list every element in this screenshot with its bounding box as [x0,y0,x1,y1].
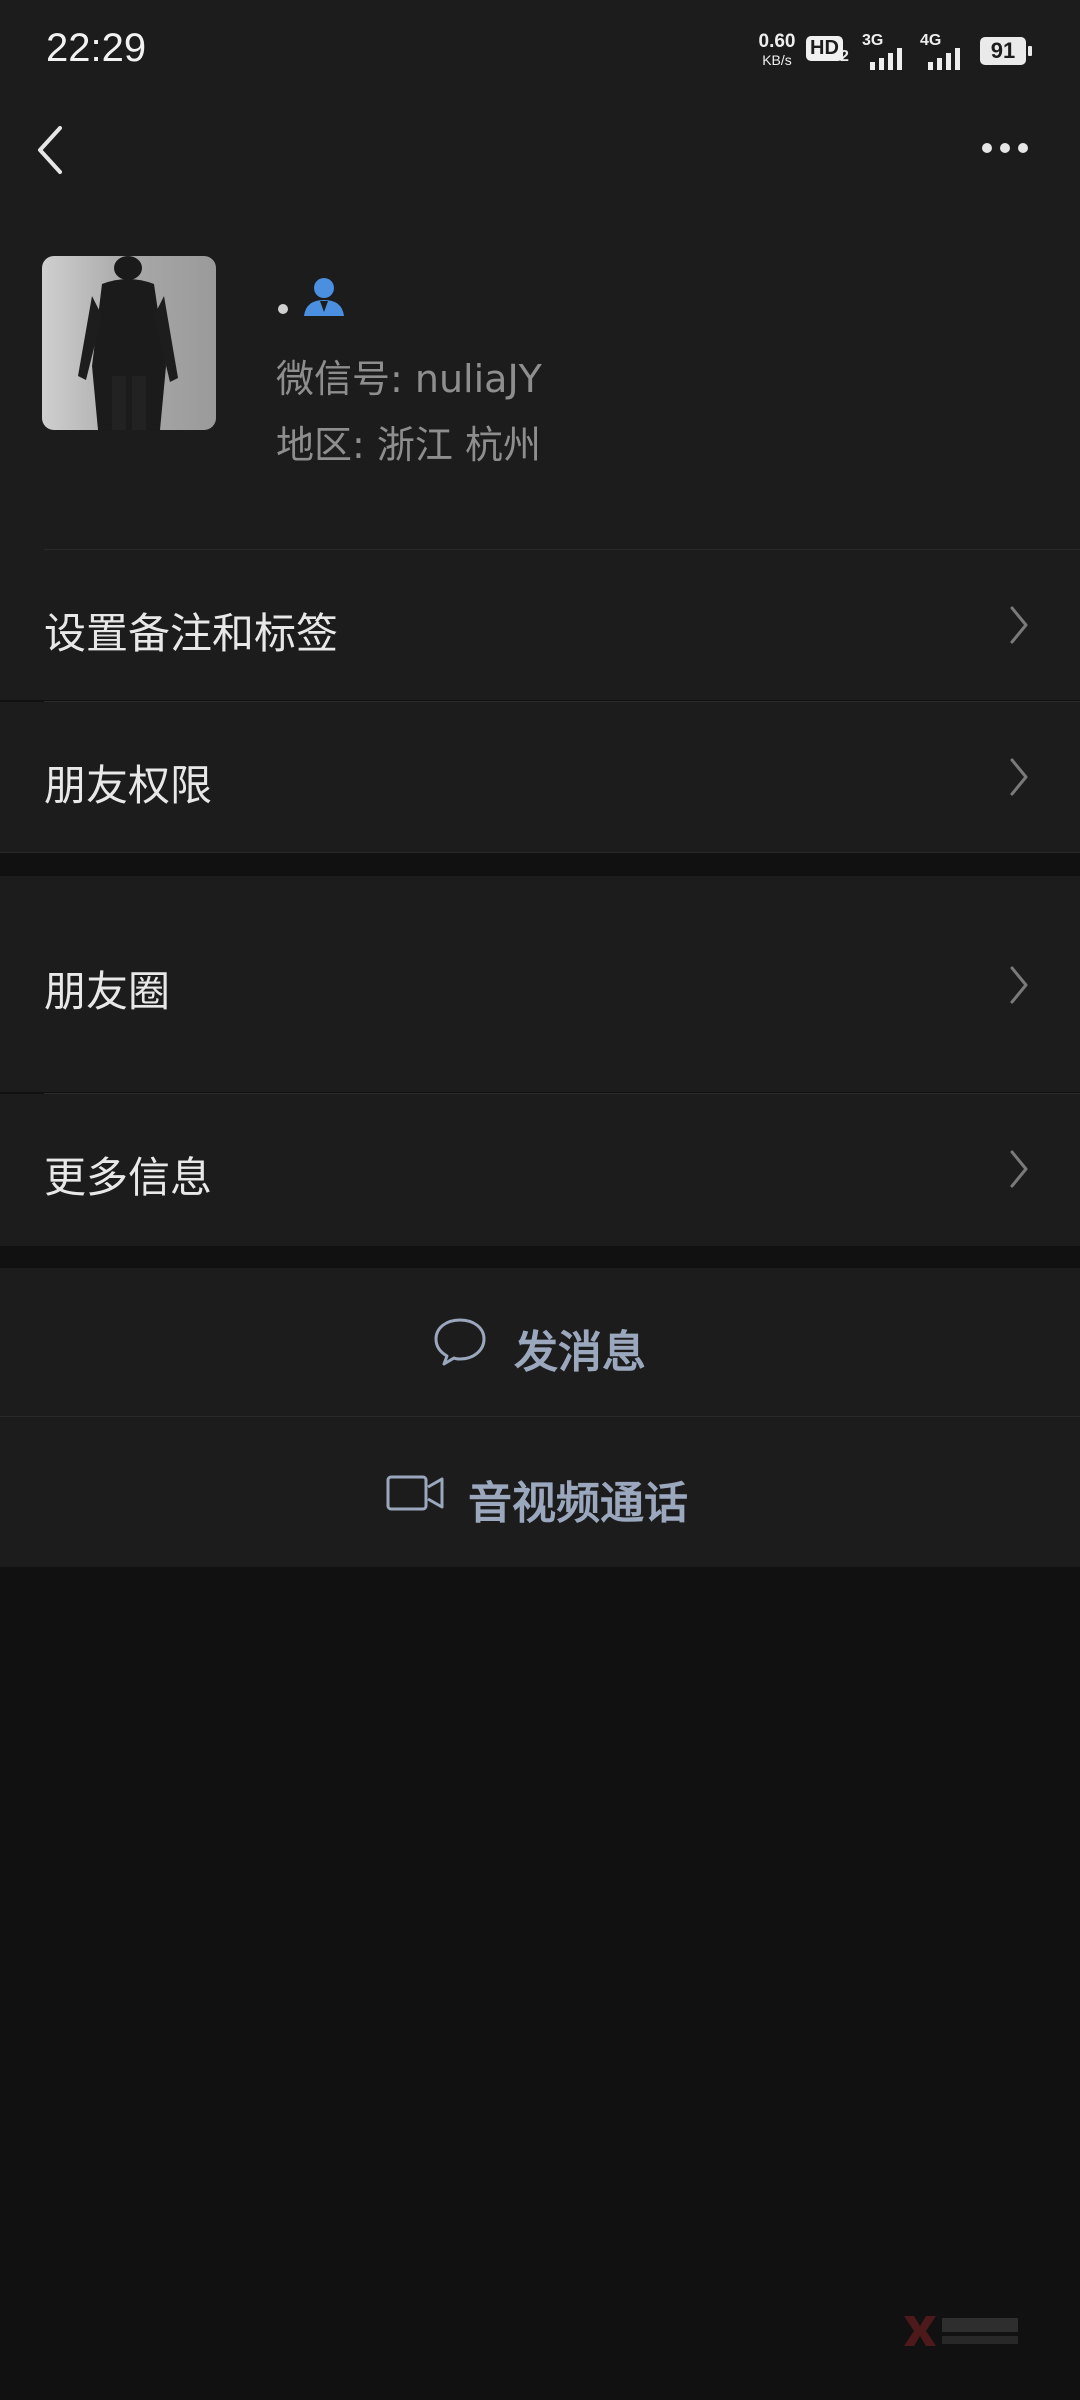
wechat-id: 微信号: nuliaJY [276,357,542,401]
friend-permissions-row[interactable]: 朋友权限 [0,702,1080,852]
video-camera-icon [386,1475,444,1511]
more-info-label: 更多信息 [44,1153,213,1202]
battery-tip [1028,46,1032,56]
moments-row[interactable]: 朋友圈 [0,876,1080,1092]
more-options-button[interactable] [975,128,1035,168]
chat-bubble-icon [434,1318,486,1366]
chevron-right-icon [1010,606,1028,644]
chevron-right-icon [1010,966,1028,1004]
status-bar: 22:29 0.60 KB/s HD 2 3G 4G 91 [0,0,1080,100]
chevron-right-icon [1010,758,1028,796]
chevron-right-icon [1010,1150,1028,1188]
more-dots-icon [982,143,1028,153]
person-icon [302,274,346,318]
video-call-button[interactable]: 音视频通话 [0,1417,1080,1567]
video-call-label: 音视频通话 [468,1478,688,1529]
send-message-label: 发消息 [514,1327,646,1378]
battery-icon: 91 [980,37,1026,65]
chevron-left-icon [38,126,62,174]
status-time: 22:29 [46,26,147,70]
moments-label: 朋友圈 [44,967,171,1016]
nickname-dot [278,304,288,314]
network-speed-unit: KB/s [762,52,792,68]
watermark-logo [904,2316,1018,2346]
region: 地区: 浙江 杭州 [276,423,541,467]
send-message-button[interactable]: 发消息 [0,1268,1080,1416]
divider [0,852,1080,853]
hd-icon: HD [806,36,843,61]
back-button[interactable] [30,118,78,182]
friend-permissions-label: 朋友权限 [44,761,213,810]
remark-and-tags-label: 设置备注和标签 [44,609,339,658]
remark-and-tags-row[interactable]: 设置备注和标签 [0,550,1080,700]
hd-sub-label: 2 [840,48,849,65]
network-speed: 0.60 KB/s [755,31,799,69]
network-speed-value: 0.60 [758,31,796,52]
avatar[interactable] [42,256,216,430]
avatar-photo [42,256,216,430]
more-info-row[interactable]: 更多信息 [0,1094,1080,1246]
